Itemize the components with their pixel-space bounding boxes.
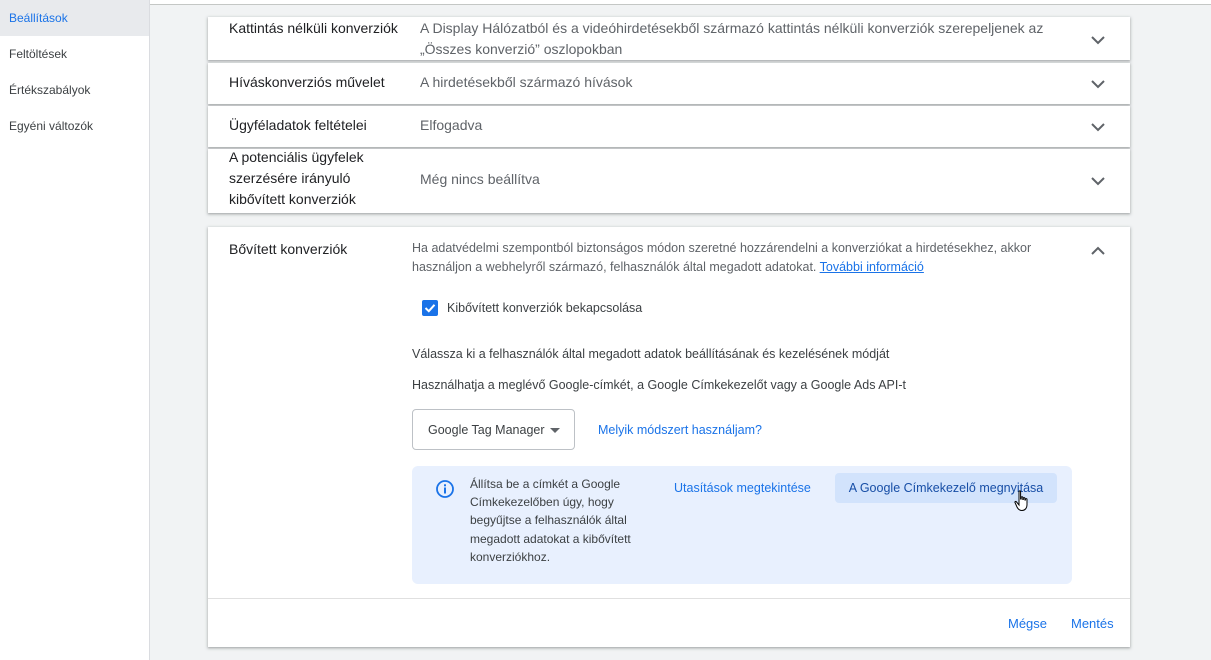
cancel-button[interactable]: Mégse bbox=[1008, 616, 1047, 631]
checkbox-checked-icon[interactable] bbox=[422, 300, 438, 316]
setting-row-enhanced-conversions-leads[interactable]: A potenciális ügyfelek szerzésére irányu… bbox=[208, 149, 1130, 213]
row-value: A Display Hálózatból és a videóhirdetése… bbox=[420, 20, 1044, 57]
setup-method-options-text: Használhatja a meglévő Google-címkét, a … bbox=[412, 378, 907, 392]
info-text: Állítsa be a címkét a Google Címkekezelő… bbox=[470, 477, 631, 564]
select-value: Google Tag Manager bbox=[428, 422, 545, 437]
view-instructions-link[interactable]: Utasítások megtekintése bbox=[674, 481, 811, 495]
row-value: Még nincs beállítva bbox=[420, 171, 540, 187]
row-label: A potenciális ügyfelek szerzésére irányu… bbox=[229, 149, 364, 207]
chevron-down-icon[interactable] bbox=[1089, 118, 1107, 136]
row-value: A hirdetésekből származó hívások bbox=[420, 74, 633, 90]
section-description: Ha adatvédelmi szempontból biztonságos m… bbox=[412, 239, 1072, 276]
row-label: Kattintás nélküli konverziók bbox=[229, 20, 398, 36]
chevron-down-icon[interactable] bbox=[1089, 75, 1107, 93]
sidebar-item-settings[interactable]: Beállítások bbox=[0, 0, 149, 36]
dropdown-caret-icon bbox=[550, 428, 560, 433]
sidebar-item-uploads[interactable]: Feltöltések bbox=[0, 36, 149, 72]
setting-row-customer-data-terms[interactable]: Ügyféladatok feltételei Elfogadva bbox=[208, 106, 1130, 147]
top-divider bbox=[150, 0, 1211, 5]
enhanced-conversions-panel: Bővített konverziók Ha adatvédelmi szemp… bbox=[208, 227, 1130, 647]
sidebar: Beállítások Feltöltések Értékszabályok E… bbox=[0, 0, 150, 660]
row-label: Híváskonverziós művelet bbox=[229, 74, 385, 90]
setup-method-instruction: Válassza ki a felhasználók által megadot… bbox=[412, 347, 890, 361]
row-value: Elfogadva bbox=[420, 117, 483, 133]
section-title: Bővített konverziók bbox=[229, 241, 348, 257]
row-label: Ügyféladatok feltételei bbox=[229, 117, 367, 133]
info-box: Állítsa be a címkét a Google Címkekezelő… bbox=[412, 466, 1072, 584]
save-button[interactable]: Mentés bbox=[1071, 616, 1114, 631]
setting-row-view-through-conversions[interactable]: Kattintás nélküli konverziók A Display H… bbox=[208, 17, 1130, 60]
sidebar-item-custom-variables[interactable]: Egyéni változók bbox=[0, 108, 149, 144]
setting-row-call-conversion-action[interactable]: Híváskonverziós művelet A hirdetésekből … bbox=[208, 63, 1130, 104]
sidebar-item-value-rules[interactable]: Értékszabályok bbox=[0, 72, 149, 108]
info-icon bbox=[435, 479, 455, 499]
footer-divider bbox=[208, 598, 1130, 599]
setup-method-select[interactable]: Google Tag Manager bbox=[412, 409, 575, 450]
hand-cursor-icon bbox=[1014, 490, 1030, 512]
more-info-link[interactable]: További információ bbox=[820, 260, 924, 274]
chevron-down-icon[interactable] bbox=[1089, 172, 1107, 190]
chevron-up-icon[interactable] bbox=[1089, 242, 1107, 260]
checkbox-label: Kibővített konverziók bekapcsolása bbox=[447, 301, 643, 315]
enable-enhanced-conversions-checkbox[interactable]: Kibővített konverziók bekapcsolása bbox=[422, 300, 642, 316]
chevron-down-icon[interactable] bbox=[1089, 31, 1107, 49]
which-method-link[interactable]: Melyik módszert használjam? bbox=[598, 423, 762, 437]
description-text: Ha adatvédelmi szempontból biztonságos m… bbox=[412, 241, 1032, 274]
